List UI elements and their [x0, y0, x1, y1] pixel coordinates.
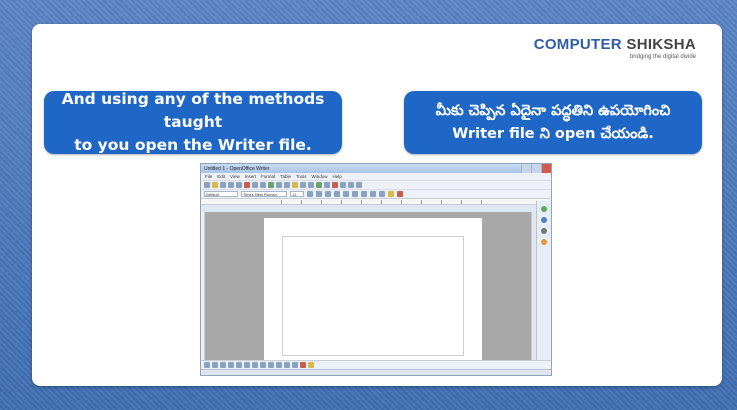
fontwork-icon[interactable]	[300, 362, 306, 368]
sidebar-panel	[536, 201, 551, 362]
pdf-icon[interactable]	[244, 182, 250, 188]
menu-edit[interactable]: Edit	[217, 174, 225, 179]
close-icon[interactable]	[541, 164, 551, 173]
navigator-side-icon[interactable]	[541, 228, 547, 234]
numbering-icon[interactable]	[370, 191, 376, 197]
paste-icon[interactable]	[292, 182, 298, 188]
horizontal-ruler	[201, 198, 551, 205]
select-icon[interactable]	[204, 362, 210, 368]
stars-icon[interactable]	[292, 362, 298, 368]
cut-icon[interactable]	[276, 182, 282, 188]
email-icon[interactable]	[228, 182, 234, 188]
writer-title: Untitled 1 - OpenOffice Writer	[204, 165, 270, 172]
drawing-toolbar	[201, 360, 551, 369]
symbol-shapes-icon[interactable]	[260, 362, 266, 368]
vertical-ruler	[201, 212, 205, 362]
functions-icon[interactable]	[541, 239, 547, 245]
gallery-side-icon[interactable]	[541, 217, 547, 223]
edit-icon[interactable]	[236, 182, 242, 188]
preview-icon[interactable]	[260, 182, 266, 188]
spellcheck-icon[interactable]	[268, 182, 274, 188]
underline-icon[interactable]	[325, 191, 331, 197]
document-workspace	[201, 212, 538, 362]
instruction-english: And using any of the methods taught to y…	[44, 90, 342, 154]
instruction-telugu: మీకు చెప్పిన ఏదైనా పద్ధతిని ఉపయోగించి Wr…	[404, 91, 702, 154]
image-icon[interactable]	[308, 362, 314, 368]
logo-part1: COMPUTER	[533, 36, 622, 53]
align-left-icon[interactable]	[334, 191, 340, 197]
font-combo[interactable]: Times New Roman	[241, 191, 287, 197]
align-center-icon[interactable]	[343, 191, 349, 197]
styles-icon[interactable]	[541, 206, 547, 212]
line-icon[interactable]	[212, 362, 218, 368]
document-page[interactable]	[264, 218, 482, 362]
zoom-icon[interactable]	[348, 182, 354, 188]
minimize-icon[interactable]	[521, 164, 531, 173]
justify-icon[interactable]	[361, 191, 367, 197]
menu-view[interactable]: View	[230, 174, 240, 179]
instruction-telugu-text: మీకు చెప్పిన ఏదైనా పద్ధతిని ఉపయోగించి Wr…	[435, 102, 671, 142]
status-bar	[201, 369, 551, 375]
logo-wordmark: COMPUTER SHIKSHA	[534, 36, 696, 53]
highlight-icon[interactable]	[388, 191, 394, 197]
text-icon[interactable]	[244, 362, 250, 368]
brand-logo: COMPUTER SHIKSHA bridging the digital di…	[534, 36, 696, 60]
callouts-icon[interactable]	[284, 362, 290, 368]
redo-icon[interactable]	[308, 182, 314, 188]
writer-screenshot: Untitled 1 - OpenOffice Writer File Edit…	[200, 163, 552, 376]
save-icon[interactable]	[220, 182, 226, 188]
slide-card: COMPUTER SHIKSHA bridging the digital di…	[32, 24, 722, 386]
bullets-icon[interactable]	[379, 191, 385, 197]
print-icon[interactable]	[252, 182, 258, 188]
maximize-icon[interactable]	[531, 164, 541, 173]
writer-menubar: File Edit View Insert Format Table Tools…	[201, 173, 551, 180]
standard-toolbar	[201, 180, 551, 189]
window-buttons	[521, 164, 551, 173]
hyperlink-icon[interactable]	[316, 182, 322, 188]
menu-tools[interactable]: Tools	[296, 174, 307, 179]
rectangle-icon[interactable]	[220, 362, 226, 368]
undo-icon[interactable]	[300, 182, 306, 188]
logo-part2: SHIKSHA	[626, 36, 696, 53]
menu-help[interactable]: Help	[333, 174, 342, 179]
freeform-icon[interactable]	[236, 362, 242, 368]
gallery-icon[interactable]	[332, 182, 338, 188]
shapes-icon[interactable]	[252, 362, 258, 368]
bold-icon[interactable]	[307, 191, 313, 197]
menu-insert[interactable]: Insert	[245, 174, 256, 179]
logo-tagline: bridging the digital divide	[629, 54, 696, 60]
table-icon[interactable]	[324, 182, 330, 188]
arrows-icon[interactable]	[268, 362, 274, 368]
ellipse-icon[interactable]	[228, 362, 234, 368]
italic-icon[interactable]	[316, 191, 322, 197]
align-right-icon[interactable]	[352, 191, 358, 197]
menu-table[interactable]: Table	[280, 174, 291, 179]
menu-format[interactable]: Format	[261, 174, 275, 179]
copy-icon[interactable]	[284, 182, 290, 188]
text-area[interactable]	[282, 236, 464, 356]
help-icon[interactable]	[356, 182, 362, 188]
instruction-english-text: And using any of the methods taught to y…	[61, 90, 325, 154]
writer-titlebar: Untitled 1 - OpenOffice Writer	[201, 164, 551, 173]
style-combo[interactable]: Default	[204, 191, 238, 197]
navigator-icon[interactable]	[340, 182, 346, 188]
open-icon[interactable]	[212, 182, 218, 188]
new-icon[interactable]	[204, 182, 210, 188]
font-color-icon[interactable]	[397, 191, 403, 197]
flowchart-icon[interactable]	[276, 362, 282, 368]
size-combo[interactable]: 12	[290, 191, 304, 197]
menu-file[interactable]: File	[205, 174, 212, 179]
formatting-toolbar: Default Times New Roman 12	[201, 189, 551, 198]
menu-window[interactable]: Window	[312, 174, 328, 179]
